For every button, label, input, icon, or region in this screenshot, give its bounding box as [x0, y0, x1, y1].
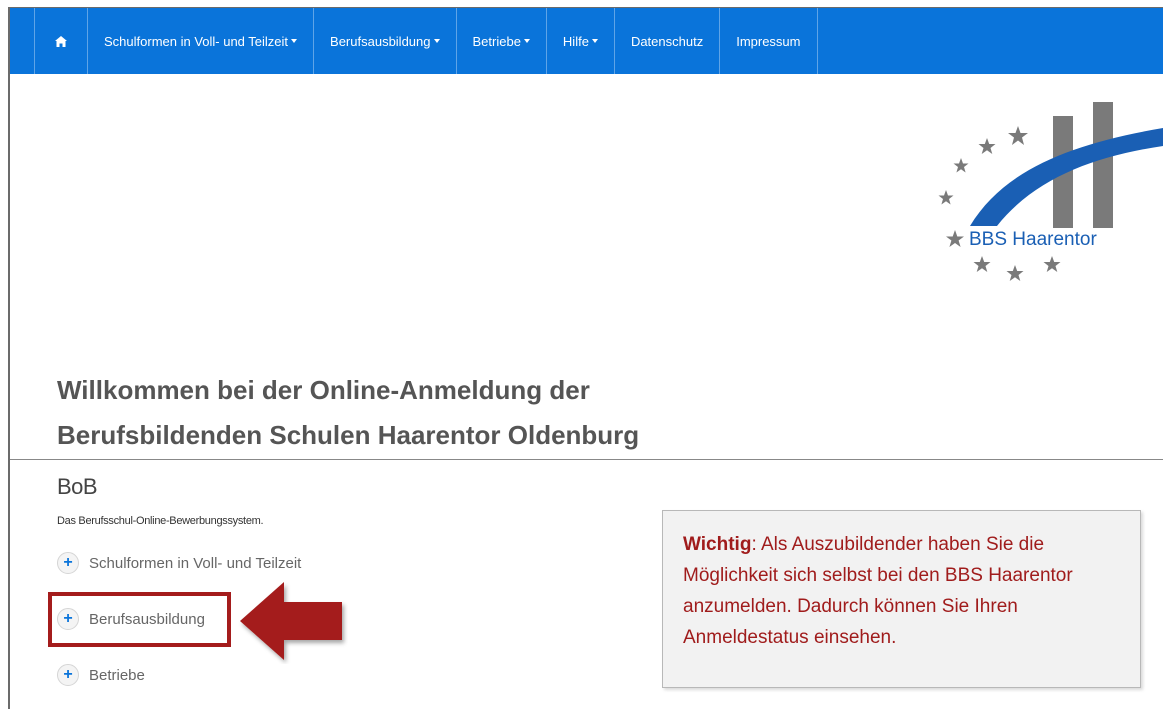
- caret-down-icon: [433, 39, 440, 43]
- frame-left-border: [8, 7, 10, 709]
- accordion-schulformen[interactable]: + Schulformen in Voll- und Teilzeit: [57, 552, 301, 574]
- top-navbar: Schulformen in Voll- und Teilzeit Berufs…: [10, 8, 1163, 74]
- nav-betriebe-label: Betriebe: [472, 33, 521, 49]
- left-arrow-icon: [240, 582, 342, 660]
- nav-hilfe-label: Hilfe: [562, 33, 589, 49]
- logo-text: BBS Haarentor: [969, 229, 1097, 250]
- nav-impressum-label: Impressum: [736, 33, 801, 49]
- caret-down-icon: [591, 39, 598, 43]
- nav-menu: Schulformen in Voll- und Teilzeit Berufs…: [34, 8, 818, 74]
- info-notice-box: Wichtig: Als Auszubildender haben Sie di…: [662, 510, 1141, 688]
- accordion-betriebe-label: Betriebe: [89, 666, 145, 684]
- welcome-heading: Willkommen bei der Online-Anmeldung der …: [57, 368, 857, 458]
- plus-icon: +: [57, 664, 79, 686]
- nav-berufsausbildung[interactable]: Berufsausbildung: [314, 8, 457, 74]
- section-divider: [10, 459, 1163, 460]
- bob-subtitle: Das Berufsschul-Online-Bewerbungssystem.: [57, 515, 264, 527]
- nav-berufsausbildung-label: Berufsausbildung: [330, 33, 431, 49]
- caret-down-icon: [291, 39, 298, 43]
- nav-home[interactable]: [35, 8, 88, 74]
- plus-icon: +: [57, 552, 79, 574]
- nav-datenschutz-label: Datenschutz: [630, 33, 704, 49]
- nav-schulformen-label: Schulformen in Voll- und Teilzeit: [104, 33, 289, 49]
- nav-betriebe[interactable]: Betriebe: [457, 8, 547, 74]
- welcome-line-1: Willkommen bei der Online-Anmeldung der: [57, 375, 590, 405]
- bob-title: BoB: [57, 474, 98, 499]
- nav-schulformen[interactable]: Schulformen in Voll- und Teilzeit: [88, 8, 315, 74]
- home-icon: [55, 35, 67, 47]
- accordion-schulformen-label: Schulformen in Voll- und Teilzeit: [89, 554, 302, 572]
- welcome-line-2: Berufsbildenden Schulen Haarentor Oldenb…: [57, 420, 640, 450]
- caret-down-icon: [523, 39, 530, 43]
- accordion-betriebe[interactable]: + Betriebe: [57, 664, 145, 686]
- bbs-haarentor-logo: BBS Haarentor: [938, 102, 1163, 281]
- info-strong: Wichtig: [683, 534, 752, 555]
- logo-pillar-right: [1093, 102, 1113, 228]
- nav-datenschutz[interactable]: Datenschutz: [615, 8, 721, 74]
- nav-impressum[interactable]: Impressum: [720, 8, 818, 74]
- nav-hilfe[interactable]: Hilfe: [547, 8, 615, 74]
- highlight-box: [48, 592, 231, 647]
